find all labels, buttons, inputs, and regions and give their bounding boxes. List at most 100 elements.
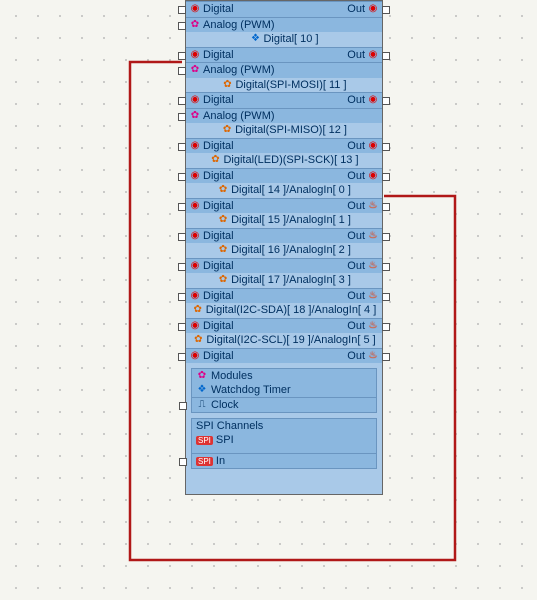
- pin-left-label: Digital: [203, 2, 234, 16]
- pin-header-label: Digital[ 14 ]/AnalogIn[ 0 ]: [231, 183, 351, 197]
- pin-header: ✿Digital(SPI-MOSI)[ 11 ]: [186, 78, 382, 93]
- pin-connector-left[interactable]: [178, 97, 186, 105]
- pin-header-label: Digital(SPI-MOSI)[ 11 ]: [235, 78, 346, 92]
- analog-out-icon: ♨: [367, 260, 379, 272]
- pin-connector-right[interactable]: [382, 173, 390, 181]
- pin-row[interactable]: ◉Digital Out◉: [186, 47, 382, 63]
- pin-connector-right[interactable]: [382, 233, 390, 241]
- pin-connector-left[interactable]: [178, 173, 186, 181]
- pin-right-label: Out: [347, 93, 365, 107]
- pin-icon: ✿: [217, 184, 229, 196]
- io-icon: ◉: [367, 3, 379, 15]
- spi-box: SPI Channels SPI SPI SPI In: [191, 418, 377, 469]
- pin-header-label: Digital(LED)(SPI-SCK)[ 13 ]: [223, 153, 358, 167]
- digital-icon: ❖: [196, 384, 208, 396]
- module-item[interactable]: ❖Watchdog Timer: [192, 383, 376, 397]
- pin-right-label: Out: [347, 169, 365, 183]
- spi-in-pin[interactable]: [179, 458, 187, 466]
- analog-icon: ✿: [189, 64, 201, 76]
- pin-connector-left[interactable]: [178, 67, 186, 75]
- clock-row[interactable]: ⎍ Clock: [192, 397, 376, 412]
- analog-out-icon: ♨: [367, 200, 379, 212]
- pin-left-label: Digital: [203, 93, 234, 107]
- pin-right-label: Out: [347, 199, 365, 213]
- analog-out-icon: ♨: [367, 290, 379, 302]
- pin-header-label: Digital[ 17 ]/AnalogIn[ 3 ]: [231, 273, 351, 287]
- pin-row[interactable]: ◉Digital Out◉: [186, 168, 382, 184]
- pin-connector-left[interactable]: [178, 233, 186, 241]
- pin-connector-left[interactable]: [178, 293, 186, 301]
- pin-left-label: Digital: [203, 289, 234, 303]
- io-icon: ◉: [189, 94, 201, 106]
- spi-in[interactable]: SPI In: [192, 453, 376, 468]
- io-icon: ◉: [367, 94, 379, 106]
- pin-row[interactable]: ◉Digital Out♨: [186, 318, 382, 334]
- io-icon: ◉: [189, 320, 201, 332]
- clock-pin[interactable]: [179, 402, 187, 410]
- pin-row[interactable]: ◉Digital Out◉: [186, 138, 382, 154]
- spi-tag-icon: SPI: [196, 436, 213, 445]
- pin-connector-left[interactable]: [178, 22, 186, 30]
- pin-connector-right[interactable]: [382, 203, 390, 211]
- pin-row[interactable]: ◉Digital Out♨: [186, 228, 382, 244]
- io-icon: ◉: [367, 140, 379, 152]
- pin-right-label: Out: [347, 289, 365, 303]
- analog-icon: ✿: [189, 19, 201, 31]
- pin-right-label: Out: [347, 139, 365, 153]
- pin-connector-right[interactable]: [382, 52, 390, 60]
- io-icon: ◉: [189, 170, 201, 182]
- pin-header: ✿Digital(LED)(SPI-SCK)[ 13 ]: [186, 153, 382, 168]
- pin-connector-left[interactable]: [178, 113, 186, 121]
- pin-left-label: Analog (PWM): [203, 109, 275, 123]
- pin-connector-left[interactable]: [178, 263, 186, 271]
- clock-icon: ⎍: [196, 399, 208, 411]
- pin-left-label: Digital: [203, 48, 234, 62]
- pin-left-label: Digital: [203, 199, 234, 213]
- io-icon: ◉: [367, 49, 379, 61]
- pin-left-label: Digital: [203, 259, 234, 273]
- digital-icon: ❖: [249, 33, 261, 45]
- pin-connector-right[interactable]: [382, 323, 390, 331]
- pin-right-label: Out: [347, 319, 365, 333]
- pin-row[interactable]: ◉Digital Out♨: [186, 258, 382, 274]
- pin-connector-right[interactable]: [382, 6, 390, 14]
- pin-header-label: Digital(I2C-SDA)[ 18 ]/AnalogIn[ 4 ]: [206, 303, 377, 317]
- pin-header: ✿Digital[ 15 ]/AnalogIn[ 1 ]: [186, 213, 382, 228]
- module-item[interactable]: ✿Modules: [192, 369, 376, 383]
- pin-connector-right[interactable]: [382, 353, 390, 361]
- pin-connector-left[interactable]: [178, 353, 186, 361]
- pin-row[interactable]: ◉Digital Out♨: [186, 288, 382, 304]
- pin-row[interactable]: ✿Analog (PWM): [186, 62, 382, 78]
- pin-icon: ✿: [192, 334, 204, 346]
- pin-row[interactable]: ◉Digital Out♨: [186, 198, 382, 214]
- pin-row[interactable]: ◉Digital Out◉: [186, 92, 382, 108]
- pin-icon: ✿: [221, 124, 233, 136]
- pin-row[interactable]: ◉Digital Out◉: [186, 1, 382, 17]
- modules-box: ✿Modules❖Watchdog Timer ⎍ Clock: [191, 368, 377, 413]
- analog-out-icon: ♨: [367, 350, 379, 362]
- pin-connector-left[interactable]: [178, 323, 186, 331]
- pin-connector-right[interactable]: [382, 263, 390, 271]
- pin-row[interactable]: ✿Analog (PWM): [186, 17, 382, 33]
- pin-right-label: Out: [347, 48, 365, 62]
- pin-header: ✿Digital(SPI-MISO)[ 12 ]: [186, 123, 382, 138]
- io-icon: ◉: [189, 49, 201, 61]
- spi-tag-icon: SPI: [196, 457, 213, 466]
- spi-item[interactable]: SPI SPI: [192, 433, 376, 447]
- pin-connector-right[interactable]: [382, 143, 390, 151]
- pin-connector-left[interactable]: [178, 52, 186, 60]
- io-icon: ◉: [367, 170, 379, 182]
- arduino-component[interactable]: ◉Digital Out◉ ✿Analog (PWM) ❖Digital[ 10…: [185, 0, 383, 495]
- pin-connector-left[interactable]: [178, 6, 186, 14]
- pin-left-label: Digital: [203, 169, 234, 183]
- pin-row[interactable]: ✿Analog (PWM): [186, 108, 382, 124]
- spi-title: SPI Channels: [192, 419, 376, 433]
- pin-connector-left[interactable]: [178, 143, 186, 151]
- pin-right-label: Out: [347, 259, 365, 273]
- pin-connector-right[interactable]: [382, 97, 390, 105]
- io-icon: ◉: [189, 230, 201, 242]
- pin-connector-left[interactable]: [178, 203, 186, 211]
- pin-icon: ✿: [221, 79, 233, 91]
- pin-row[interactable]: ◉Digital Out♨: [186, 348, 382, 364]
- pin-connector-right[interactable]: [382, 293, 390, 301]
